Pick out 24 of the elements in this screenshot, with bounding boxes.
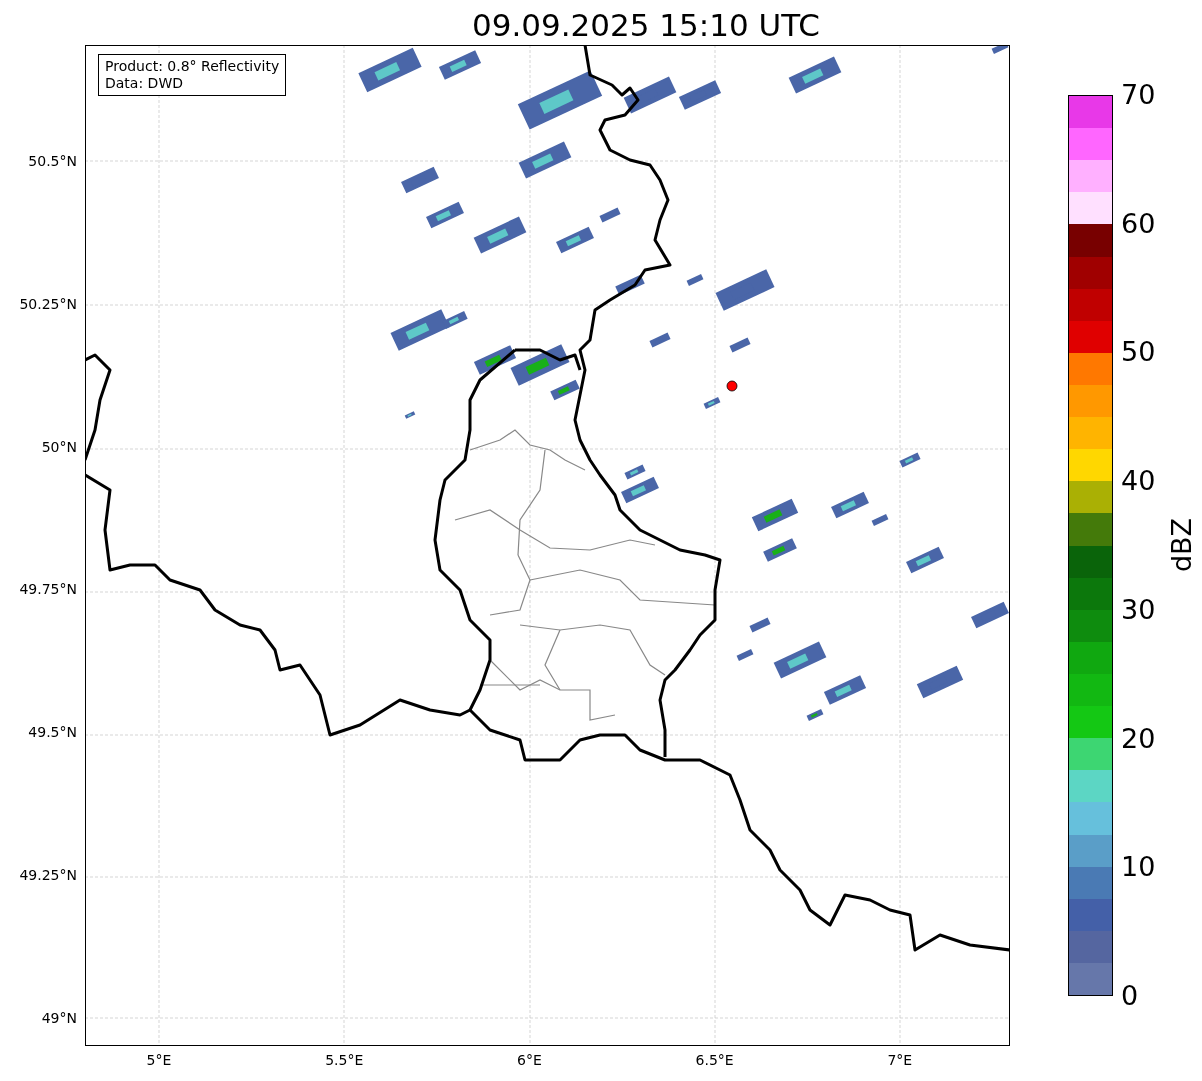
latitude-label: 50°N bbox=[41, 438, 77, 455]
colorbar-tick-label: 60 bbox=[1121, 208, 1156, 239]
colorbar-tick-label: 10 bbox=[1121, 852, 1156, 883]
latitude-label: 50.25°N bbox=[19, 295, 77, 312]
colorbar-tick-label: 40 bbox=[1121, 466, 1156, 497]
longitude-label: 6°E bbox=[517, 1052, 542, 1068]
longitude-label: 5.5°E bbox=[325, 1052, 364, 1068]
colorbar-label: dBZ bbox=[1165, 517, 1197, 573]
latitude-label: 50.5°N bbox=[28, 153, 77, 169]
info-text: Data: DWD bbox=[105, 75, 184, 92]
colorbar-tick-label: 30 bbox=[1121, 594, 1156, 625]
longitude-label: 5°E bbox=[146, 1052, 172, 1068]
latitude-label: 49°N bbox=[41, 1009, 77, 1026]
info-text: Product: 0.8° Reflectivity bbox=[105, 58, 280, 75]
colorbar-tick-label: 20 bbox=[1121, 723, 1156, 754]
latitude-label: 49.5°N bbox=[28, 724, 77, 741]
chart-title: 09.09.2025 15:10 UTC bbox=[472, 6, 820, 45]
longitude-label: 6.5°E bbox=[695, 1052, 734, 1068]
latitude-label: 49.25°N bbox=[19, 867, 77, 883]
colorbar-tick-label: 50 bbox=[1121, 337, 1156, 368]
colorbar-tick-label: 0 bbox=[1121, 981, 1139, 1011]
colorbar-tick-label: 70 bbox=[1121, 80, 1156, 110]
latitude-label: 49.75°N bbox=[19, 581, 77, 598]
longitude-label: 7°E bbox=[887, 1052, 913, 1068]
